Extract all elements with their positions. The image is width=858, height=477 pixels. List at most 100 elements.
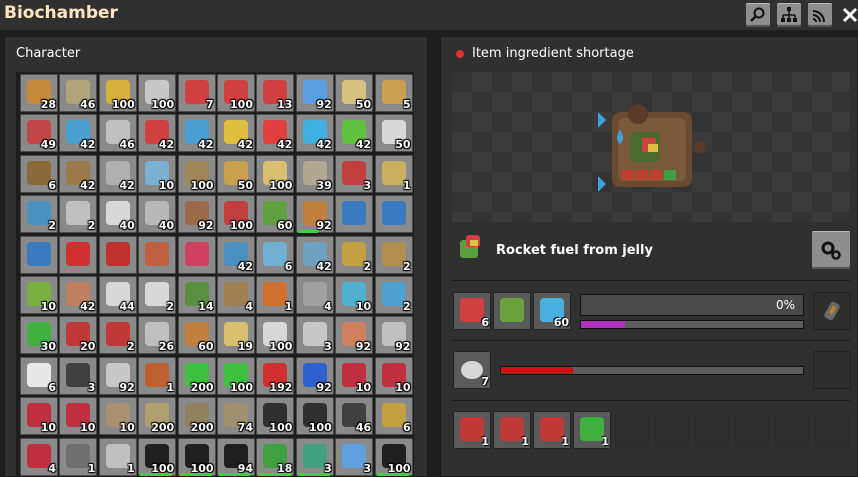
inventory-slot[interactable]: 2	[335, 235, 374, 274]
inventory-slot[interactable]: 3	[335, 437, 374, 476]
inventory-slot[interactable]: 19	[217, 316, 255, 355]
inventory-slot[interactable]: 6	[256, 235, 295, 274]
inventory-slot[interactable]: 92	[295, 356, 334, 395]
inventory-slot[interactable]: 44	[98, 276, 137, 314]
inventory-slot[interactable]: 100	[256, 397, 295, 436]
inventory-slot[interactable]: 39	[295, 154, 334, 193]
inventory-slot[interactable]: 10	[20, 397, 58, 436]
search-button[interactable]	[746, 3, 770, 27]
inventory-slot[interactable]: 192	[256, 356, 295, 395]
inventory-slot[interactable]: 6	[374, 397, 413, 436]
inventory-slot[interactable]: 46	[335, 397, 374, 436]
inventory-slot[interactable]: 92	[98, 356, 137, 395]
inventory-slot[interactable]	[20, 235, 58, 274]
inventory-slot[interactable]: 2	[59, 195, 98, 234]
inventory-slot[interactable]: 1	[98, 437, 137, 476]
input-slot[interactable]: 60	[533, 292, 571, 330]
inventory-slot[interactable]: 92	[295, 74, 334, 112]
inventory-slot[interactable]: 28	[20, 74, 58, 112]
inventory-slot[interactable]	[98, 235, 137, 274]
inventory-slot[interactable]: 50	[335, 74, 374, 112]
inventory-slot[interactable]: 3	[59, 356, 98, 395]
inventory-slot[interactable]: 10	[335, 356, 374, 395]
title-bar[interactable]: Biochamber	[0, 0, 858, 30]
inventory-slot[interactable]: 40	[98, 195, 137, 234]
inventory-slot[interactable]: 42	[217, 114, 255, 153]
inventory-slot[interactable]: 20	[59, 316, 98, 355]
output-slot[interactable]: 1	[533, 411, 571, 449]
inventory-slot[interactable]: 6	[20, 154, 58, 193]
burnt-result-slot[interactable]	[813, 351, 851, 389]
inventory-slot[interactable]	[138, 235, 177, 274]
inventory-slot[interactable]: 46	[59, 74, 98, 112]
inventory-slot[interactable]: 100	[256, 316, 295, 355]
empty-output-slot[interactable]	[615, 413, 649, 447]
inventory-slot[interactable]: 100	[138, 74, 177, 112]
inventory-slot[interactable]: 10	[374, 356, 413, 395]
inventory-slot[interactable]: 74	[217, 397, 255, 436]
inventory-slot[interactable]: 42	[98, 154, 137, 193]
inventory-slot[interactable]: 92	[335, 316, 374, 355]
inventory-slot[interactable]: 42	[59, 114, 98, 153]
inventory-slot[interactable]: 50	[217, 154, 255, 193]
inventory-slot[interactable]: 1	[374, 154, 413, 193]
output-slot[interactable]: 1	[573, 411, 611, 449]
inventory-slot[interactable]: 60	[177, 316, 216, 355]
inventory-slot[interactable]: 42	[138, 114, 177, 153]
inventory-slot[interactable]: 42	[217, 235, 255, 274]
circuit-network-button[interactable]	[808, 3, 832, 27]
inventory-slot[interactable]: 7	[177, 74, 216, 112]
module-slot[interactable]	[813, 292, 851, 330]
inventory-slot[interactable]: 1	[256, 276, 295, 314]
inventory-slot[interactable]: 60	[256, 195, 295, 234]
inventory-slot[interactable]: 10	[98, 397, 137, 436]
output-slot[interactable]: 1	[493, 411, 531, 449]
inventory-slot[interactable]: 94	[217, 437, 255, 476]
empty-output-slot[interactable]	[775, 413, 809, 447]
empty-output-slot[interactable]	[735, 413, 769, 447]
inventory-slot[interactable]: 49	[20, 114, 58, 153]
inventory-slot[interactable]: 26	[138, 316, 177, 355]
empty-output-slot[interactable]	[815, 413, 849, 447]
inventory-slot[interactable]	[374, 195, 413, 234]
inventory-slot[interactable]: 2	[374, 235, 413, 274]
inventory-slot[interactable]: 92	[374, 316, 413, 355]
inventory-slot[interactable]: 10	[335, 276, 374, 314]
inventory-slot[interactable]: 100	[217, 74, 255, 112]
inventory-slot[interactable]: 100	[217, 356, 255, 395]
inventory-slot[interactable]: 100	[295, 397, 334, 436]
inventory-slot[interactable]: 42	[295, 114, 334, 153]
output-slot[interactable]: 1	[453, 411, 491, 449]
entity-preview[interactable]	[452, 72, 850, 222]
input-slot[interactable]	[493, 292, 531, 330]
inventory-slot[interactable]	[335, 195, 374, 234]
inventory-slot[interactable]: 100	[98, 74, 137, 112]
fuel-slot[interactable]: 7	[453, 351, 491, 389]
inventory-slot[interactable]: 42	[59, 276, 98, 314]
inventory-slot[interactable]: 5	[374, 74, 413, 112]
inventory-slot[interactable]: 2	[20, 195, 58, 234]
inventory-slot[interactable]: 100	[217, 195, 255, 234]
inventory-slot[interactable]: 10	[138, 154, 177, 193]
inventory-slot[interactable]: 92	[295, 195, 334, 234]
inventory-slot[interactable]: 50	[374, 114, 413, 153]
empty-output-slot[interactable]	[695, 413, 729, 447]
close-button[interactable]	[838, 3, 858, 27]
inventory-slot[interactable]: 18	[256, 437, 295, 476]
inventory-slot[interactable]: 30	[20, 316, 58, 355]
inventory-slot[interactable]: 14	[177, 276, 216, 314]
inventory-slot[interactable]: 46	[98, 114, 137, 153]
inventory-slot[interactable]: 40	[138, 195, 177, 234]
inventory-slot[interactable]: 1	[138, 356, 177, 395]
recipe-settings-button[interactable]	[812, 231, 850, 269]
inventory-slot[interactable]: 42	[295, 235, 334, 274]
inventory-slot[interactable]: 13	[256, 74, 295, 112]
inventory-slot[interactable]: 100	[138, 437, 177, 476]
inventory-slot[interactable]: 10	[20, 276, 58, 314]
inventory-slot[interactable]: 4	[20, 437, 58, 476]
inventory-slot[interactable]: 4	[217, 276, 255, 314]
inventory-slot[interactable]: 100	[177, 154, 216, 193]
inventory-slot[interactable]: 200	[177, 356, 216, 395]
inventory-slot[interactable]: 6	[20, 356, 58, 395]
inventory-slot[interactable]: 42	[177, 114, 216, 153]
